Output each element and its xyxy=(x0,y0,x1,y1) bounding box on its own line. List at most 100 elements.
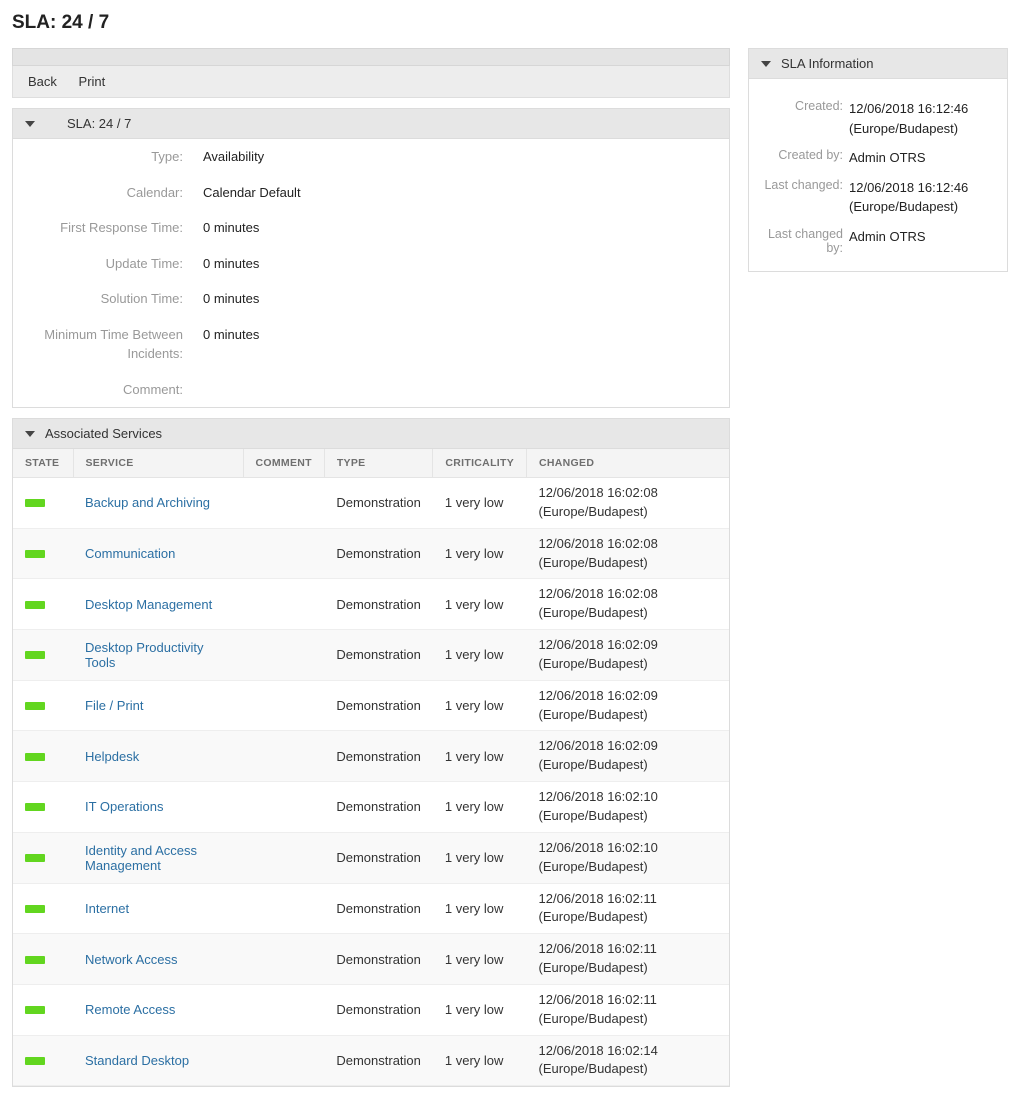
value-last-changed-by: Admin OTRS xyxy=(849,227,993,255)
service-link[interactable]: Remote Access xyxy=(85,1002,175,1017)
cell-type: Demonstration xyxy=(324,1035,433,1086)
state-badge-icon xyxy=(25,803,45,811)
sla-detail-title: SLA: 24 / 7 xyxy=(67,116,131,131)
cell-changed: 12/06/2018 16:02:11(Europe/Budapest) xyxy=(527,883,729,934)
label-last-changed: Last changed: xyxy=(749,178,849,217)
cell-changed: 12/06/2018 16:02:09(Europe/Budapest) xyxy=(527,731,729,782)
table-row: Network Access Demonstration1 very low12/… xyxy=(13,934,729,985)
cell-changed: 12/06/2018 16:02:11(Europe/Budapest) xyxy=(527,934,729,985)
sla-detail-panel: SLA: 24 / 7 Type: Availability Calendar:… xyxy=(12,108,730,408)
service-link[interactable]: Backup and Archiving xyxy=(85,495,210,510)
value-update-time: 0 minutes xyxy=(193,246,729,282)
label-min-between: Minimum Time Between Incidents: xyxy=(13,317,193,372)
cell-changed: 12/06/2018 16:02:14(Europe/Budapest) xyxy=(527,1035,729,1086)
service-link[interactable]: Standard Desktop xyxy=(85,1053,189,1068)
table-row: Backup and ArchivingDemonstration1 very … xyxy=(13,478,729,529)
service-link[interactable]: Desktop Management xyxy=(85,597,212,612)
back-link[interactable]: Back xyxy=(28,74,57,89)
th-comment[interactable]: COMMENT xyxy=(243,449,324,478)
main-column: Back Print SLA: 24 / 7 Type: Availabilit… xyxy=(12,48,730,1087)
service-link[interactable]: Internet xyxy=(85,901,129,916)
table-row: Standard Desktop Demonstration1 very low1… xyxy=(13,1035,729,1086)
sla-info-header[interactable]: SLA Information xyxy=(749,49,1007,79)
cell-type: Demonstration xyxy=(324,478,433,529)
th-changed[interactable]: CHANGED xyxy=(527,449,729,478)
associated-services-header[interactable]: Associated Services xyxy=(13,419,729,449)
table-row: CommunicationDemonstration1 very low12/0… xyxy=(13,528,729,579)
cell-changed: 12/06/2018 16:02:10(Europe/Budapest) xyxy=(527,832,729,883)
table-row: Desktop ManagementDemonstration1 very lo… xyxy=(13,579,729,630)
cell-type: Demonstration xyxy=(324,883,433,934)
cell-criticality: 1 very low xyxy=(433,832,527,883)
cell-type: Demonstration xyxy=(324,630,433,681)
sla-info-panel: SLA Information Created: 12/06/2018 16:1… xyxy=(748,48,1008,272)
state-badge-icon xyxy=(25,1006,45,1014)
label-comment: Comment: xyxy=(13,372,193,408)
chevron-down-icon xyxy=(761,61,771,67)
state-badge-icon xyxy=(25,1057,45,1065)
sla-info-title: SLA Information xyxy=(781,56,874,71)
value-calendar: Calendar Default xyxy=(193,175,729,211)
page-title: SLA: 24 / 7 xyxy=(12,12,1013,34)
state-badge-icon xyxy=(25,905,45,913)
state-badge-icon xyxy=(25,956,45,964)
cell-comment xyxy=(243,630,324,681)
cell-comment xyxy=(243,478,324,529)
service-link[interactable]: Desktop Productivity Tools xyxy=(85,640,204,670)
label-type: Type: xyxy=(13,139,193,175)
table-row: Desktop Productivity Tools Demonstration 1… xyxy=(13,630,729,681)
cell-changed: 12/06/2018 16:02:08(Europe/Budapest) xyxy=(527,579,729,630)
state-badge-icon xyxy=(25,854,45,862)
service-link[interactable]: Communication xyxy=(85,546,175,561)
th-state[interactable]: STATE xyxy=(13,449,73,478)
cell-changed: 12/06/2018 16:02:09(Europe/Budapest) xyxy=(527,680,729,731)
action-bar: Back Print xyxy=(12,66,730,98)
side-column: SLA Information Created: 12/06/2018 16:1… xyxy=(748,48,1008,272)
table-row: Identity and Access ManagementDemonstrat… xyxy=(13,832,729,883)
value-last-changed: 12/06/2018 16:12:46 (Europe/Budapest) xyxy=(849,178,993,217)
th-criticality[interactable]: CRITICALITY xyxy=(433,449,527,478)
table-row: IT OperationsDemonstration1 very low12/0… xyxy=(13,782,729,833)
cell-criticality: 1 very low xyxy=(433,528,527,579)
cell-criticality: 1 very low xyxy=(433,934,527,985)
sla-detail-header[interactable]: SLA: 24 / 7 xyxy=(13,109,729,139)
cell-criticality: 1 very low xyxy=(433,1035,527,1086)
state-badge-icon xyxy=(25,651,45,659)
service-link[interactable]: Identity and Access Management xyxy=(85,843,197,873)
value-created-by: Admin OTRS xyxy=(849,148,993,168)
associated-services-table: STATE SERVICE COMMENT TYPE CRITICALITY C… xyxy=(13,449,729,1086)
state-badge-icon xyxy=(25,702,45,710)
cell-criticality: 1 very low xyxy=(433,984,527,1035)
cell-changed: 12/06/2018 16:02:09(Europe/Budapest) xyxy=(527,630,729,681)
cell-criticality: 1 very low xyxy=(433,782,527,833)
th-service[interactable]: SERVICE xyxy=(73,449,243,478)
label-solution-time: Solution Time: xyxy=(13,281,193,317)
cell-type: Demonstration xyxy=(324,579,433,630)
service-link[interactable]: IT Operations xyxy=(85,799,164,814)
service-link[interactable]: File / Print xyxy=(85,698,144,713)
th-type[interactable]: TYPE xyxy=(324,449,433,478)
cell-comment xyxy=(243,883,324,934)
cell-comment xyxy=(243,579,324,630)
state-badge-icon xyxy=(25,601,45,609)
cell-comment xyxy=(243,731,324,782)
value-created: 12/06/2018 16:12:46 (Europe/Budapest) xyxy=(849,99,993,138)
label-first-response: First Response Time: xyxy=(13,210,193,246)
label-update-time: Update Time: xyxy=(13,246,193,282)
print-link[interactable]: Print xyxy=(79,74,106,89)
associated-services-panel: Associated Services STATE SERVICE COMMEN… xyxy=(12,418,730,1087)
chevron-down-icon xyxy=(25,431,35,437)
cell-changed: 12/06/2018 16:02:11(Europe/Budapest) xyxy=(527,984,729,1035)
table-row: HelpdeskDemonstration1 very low12/06/201… xyxy=(13,731,729,782)
cell-type: Demonstration xyxy=(324,934,433,985)
cell-comment xyxy=(243,782,324,833)
cell-changed: 12/06/2018 16:02:08(Europe/Budapest) xyxy=(527,478,729,529)
label-created: Created: xyxy=(749,99,849,138)
cell-changed: 12/06/2018 16:02:08(Europe/Budapest) xyxy=(527,528,729,579)
value-type: Availability xyxy=(193,139,729,175)
service-link[interactable]: Helpdesk xyxy=(85,749,139,764)
cell-comment xyxy=(243,680,324,731)
service-link[interactable]: Network Access xyxy=(85,952,177,967)
state-badge-icon xyxy=(25,550,45,558)
cell-comment xyxy=(243,528,324,579)
